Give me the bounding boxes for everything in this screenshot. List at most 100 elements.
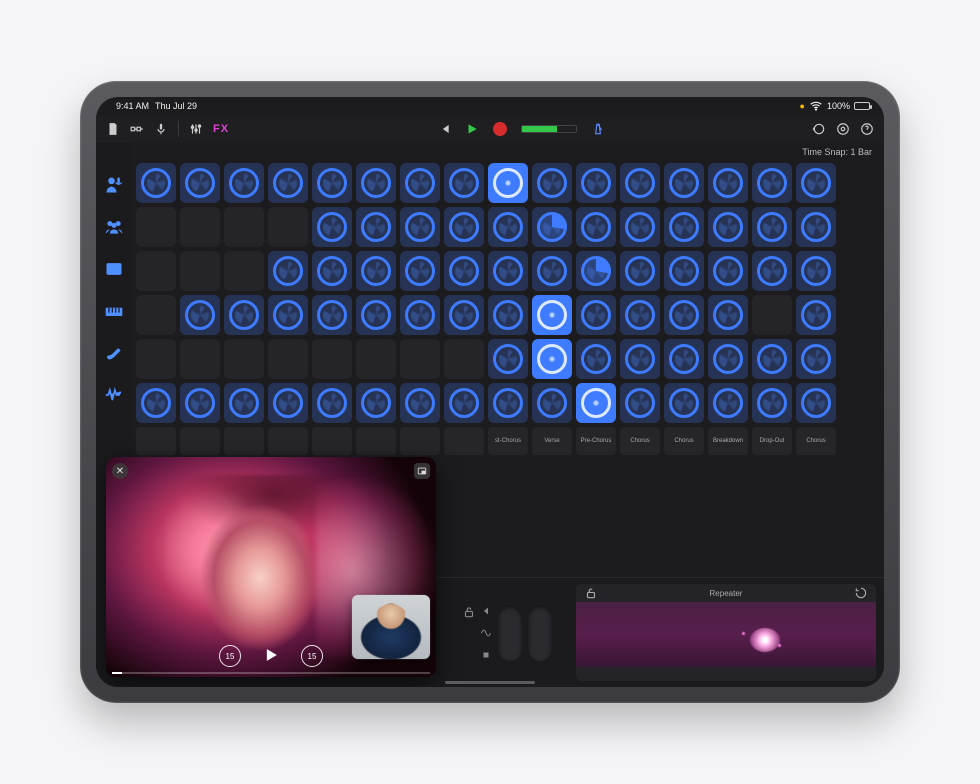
loop-cell[interactable]	[752, 251, 792, 291]
loop-cell[interactable]	[796, 383, 836, 423]
home-indicator[interactable]	[445, 681, 535, 684]
loop-cell[interactable]	[136, 295, 176, 335]
loop-cell[interactable]	[268, 295, 308, 335]
record-button[interactable]	[493, 122, 507, 136]
pip-scrubber[interactable]	[112, 672, 430, 674]
loop-cell[interactable]	[708, 339, 748, 379]
section-trigger[interactable]: Breakdown	[708, 427, 748, 455]
track-drum-machine[interactable]	[96, 249, 132, 289]
mic-input-icon[interactable]	[154, 122, 168, 136]
loop-cell[interactable]	[180, 383, 220, 423]
loop-cell[interactable]	[136, 251, 176, 291]
stop-icon[interactable]	[480, 649, 492, 661]
section-trigger[interactable]	[444, 427, 484, 455]
loop-cell[interactable]	[444, 207, 484, 247]
fx-button[interactable]: FX	[213, 123, 229, 135]
gate-slider[interactable]	[528, 605, 552, 661]
loop-cell[interactable]	[180, 207, 220, 247]
loop-cell[interactable]	[400, 295, 440, 335]
loop-cell[interactable]	[136, 339, 176, 379]
loop-cell[interactable]	[224, 163, 264, 203]
loop-cell[interactable]	[708, 383, 748, 423]
unlock-icon[interactable]	[584, 586, 598, 600]
loop-cell[interactable]	[224, 251, 264, 291]
loop-cell[interactable]	[796, 207, 836, 247]
loop-cell[interactable]	[312, 163, 352, 203]
loop-cell[interactable]	[400, 383, 440, 423]
loop-cell[interactable]	[268, 251, 308, 291]
loop-cell[interactable]	[444, 251, 484, 291]
loop-cell[interactable]	[620, 163, 660, 203]
help-icon[interactable]	[860, 122, 874, 136]
loop-cell[interactable]	[488, 207, 528, 247]
loop-cell[interactable]	[532, 339, 572, 379]
loop-cell[interactable]	[796, 295, 836, 335]
section-trigger[interactable]	[268, 427, 308, 455]
loop-cell[interactable]	[664, 339, 704, 379]
loop-cell[interactable]	[400, 251, 440, 291]
section-trigger[interactable]	[136, 427, 176, 455]
loop-cell[interactable]	[488, 383, 528, 423]
loop-cell[interactable]	[444, 163, 484, 203]
track-audio-wave[interactable]	[96, 375, 132, 415]
prev-section-icon[interactable]	[480, 605, 492, 617]
section-trigger[interactable]: Drop-Out	[752, 427, 792, 455]
loop-cell[interactable]	[532, 383, 572, 423]
metronome-icon[interactable]	[591, 122, 605, 136]
loop-cell[interactable]	[752, 207, 792, 247]
track-view-icon[interactable]	[130, 122, 144, 136]
loop-cell[interactable]	[752, 163, 792, 203]
section-trigger[interactable]: Verse	[532, 427, 572, 455]
section-trigger[interactable]: Pre-Chorus	[576, 427, 616, 455]
section-trigger[interactable]: Chorus	[796, 427, 836, 455]
loop-cell[interactable]	[356, 207, 396, 247]
loop-cell[interactable]	[268, 383, 308, 423]
loop-cell[interactable]	[796, 251, 836, 291]
pitch-slider[interactable]	[498, 605, 522, 661]
track-keyboard[interactable]	[96, 291, 132, 331]
loop-cell[interactable]	[532, 207, 572, 247]
loop-cell[interactable]	[136, 163, 176, 203]
section-trigger[interactable]	[400, 427, 440, 455]
loop-cell[interactable]	[488, 295, 528, 335]
loop-cell[interactable]	[576, 207, 616, 247]
loop-cell[interactable]	[532, 163, 572, 203]
loop-cell[interactable]	[268, 207, 308, 247]
loop-cell[interactable]	[356, 339, 396, 379]
loop-cell[interactable]	[752, 295, 792, 335]
loop-cell[interactable]	[312, 207, 352, 247]
section-trigger[interactable]: st-Chorus	[488, 427, 528, 455]
wave-shape-icon[interactable]	[480, 627, 492, 639]
loop-cell[interactable]	[488, 163, 528, 203]
loop-cell[interactable]	[400, 207, 440, 247]
pip-play-icon[interactable]	[261, 645, 281, 667]
settings-icon[interactable]	[836, 122, 850, 136]
loop-cell[interactable]	[576, 163, 616, 203]
loop-cell[interactable]	[752, 339, 792, 379]
loop-cell[interactable]	[312, 339, 352, 379]
loop-cell[interactable]	[224, 295, 264, 335]
loop-cell[interactable]	[224, 339, 264, 379]
loop-cell[interactable]	[444, 339, 484, 379]
loop-cell[interactable]	[180, 251, 220, 291]
loop-cell[interactable]	[620, 207, 660, 247]
loop-cell[interactable]	[620, 251, 660, 291]
reset-icon[interactable]	[854, 586, 868, 600]
loop-cell[interactable]	[664, 207, 704, 247]
pip-expand-icon[interactable]	[414, 463, 430, 479]
loop-cell[interactable]	[532, 251, 572, 291]
loop-cell[interactable]	[356, 383, 396, 423]
loop-cell[interactable]	[620, 339, 660, 379]
loop-cell[interactable]	[752, 383, 792, 423]
loop-cell[interactable]	[180, 163, 220, 203]
loop-cell[interactable]	[576, 339, 616, 379]
mixer-icon[interactable]	[189, 122, 203, 136]
skip-back-15-icon[interactable]: 15	[219, 645, 241, 667]
section-trigger[interactable]: Chorus	[620, 427, 660, 455]
loop-cell[interactable]	[532, 295, 572, 335]
loop-cell[interactable]	[312, 251, 352, 291]
loop-cell[interactable]	[664, 295, 704, 335]
repeater-xy-pad[interactable]	[576, 602, 876, 667]
loop-cell[interactable]	[312, 295, 352, 335]
section-trigger[interactable]	[356, 427, 396, 455]
